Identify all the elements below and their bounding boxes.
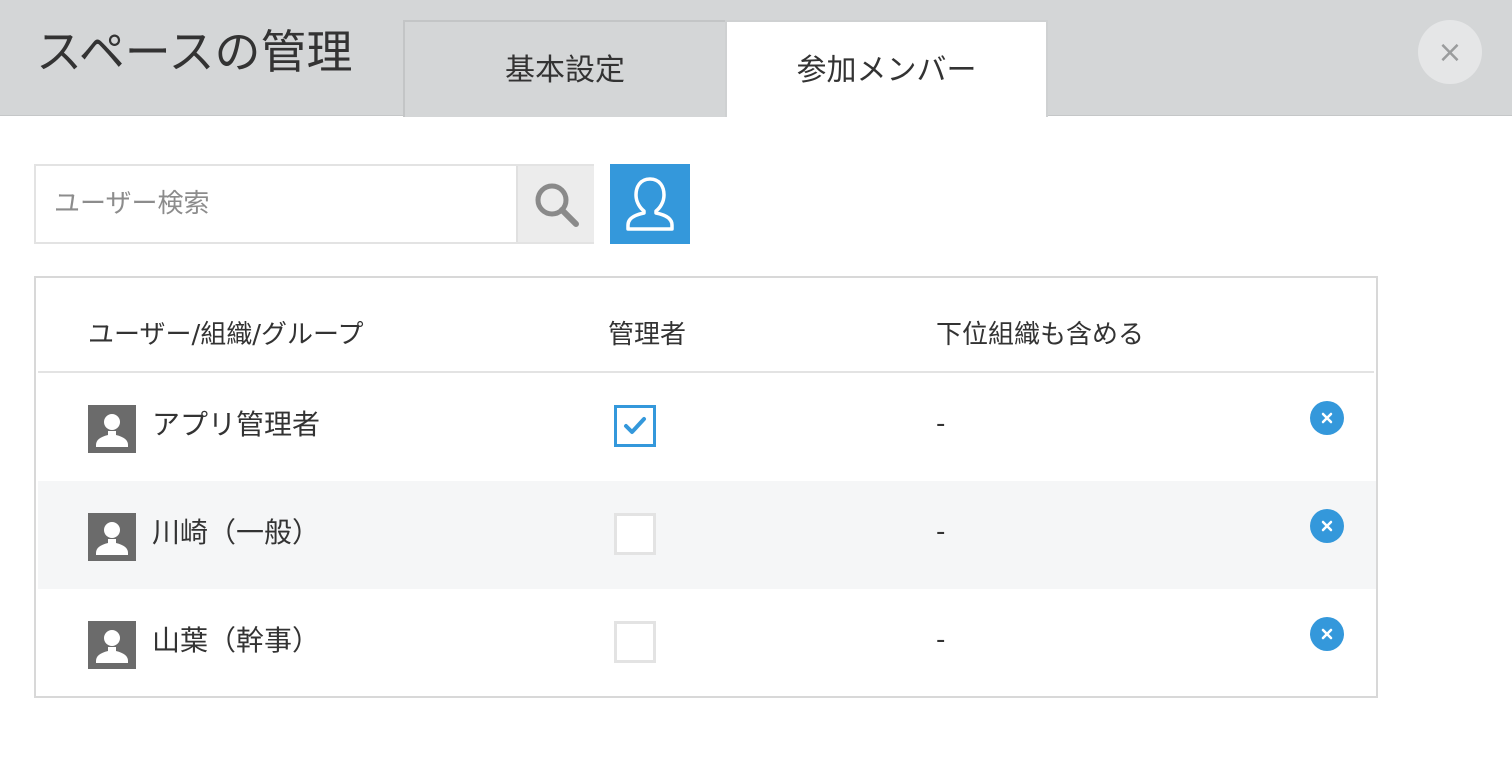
admin-checkbox[interactable]	[614, 405, 656, 447]
search-button[interactable]	[516, 166, 594, 242]
member-name: 山葉（幹事）	[152, 624, 321, 657]
remove-member-button[interactable]	[1310, 617, 1344, 651]
user-avatar-icon	[88, 405, 136, 453]
dialog-title: スペースの管理	[36, 25, 353, 79]
close-icon	[1321, 628, 1333, 640]
table-row: 川崎（一般） -	[38, 481, 1376, 589]
include-sub-value: -	[936, 625, 946, 655]
close-icon: ×	[1437, 34, 1463, 70]
tab-members[interactable]: 参加メンバー	[725, 20, 1048, 117]
include-sub-value: -	[936, 517, 946, 547]
member-table: ユーザー/組織/グループ 管理者 下位組織も含める アプリ管理者 - 川崎（一般…	[34, 276, 1378, 698]
admin-checkbox[interactable]	[614, 621, 656, 663]
user-search-input[interactable]	[36, 166, 516, 242]
close-icon	[1321, 412, 1333, 424]
avatar	[88, 405, 136, 453]
user-icon	[626, 177, 674, 231]
column-header-entity: ユーザー/組織/グループ	[88, 320, 364, 350]
close-icon	[1321, 520, 1333, 532]
avatar	[88, 513, 136, 561]
tab-basic-settings[interactable]: 基本設定	[403, 20, 727, 117]
member-name: 川崎（一般）	[152, 516, 321, 549]
user-avatar-icon	[88, 513, 136, 561]
column-header-include-sub: 下位組織も含める	[936, 320, 1145, 350]
column-header-admin: 管理者	[608, 320, 687, 350]
search-icon	[535, 183, 579, 227]
member-name: アプリ管理者	[152, 408, 321, 441]
include-sub-value: -	[936, 409, 946, 439]
admin-checkbox[interactable]	[614, 513, 656, 555]
close-button[interactable]: ×	[1418, 20, 1482, 84]
user-picker-button[interactable]	[610, 164, 690, 244]
remove-member-button[interactable]	[1310, 401, 1344, 435]
remove-member-button[interactable]	[1310, 509, 1344, 543]
table-row: 山葉（幹事） -	[38, 589, 1376, 697]
table-row: アプリ管理者 -	[38, 373, 1376, 481]
avatar	[88, 621, 136, 669]
dialog-header: スペースの管理 基本設定 参加メンバー ×	[0, 0, 1512, 117]
user-avatar-icon	[88, 621, 136, 669]
user-search-box	[34, 164, 594, 244]
checkmark-icon	[624, 417, 646, 434]
